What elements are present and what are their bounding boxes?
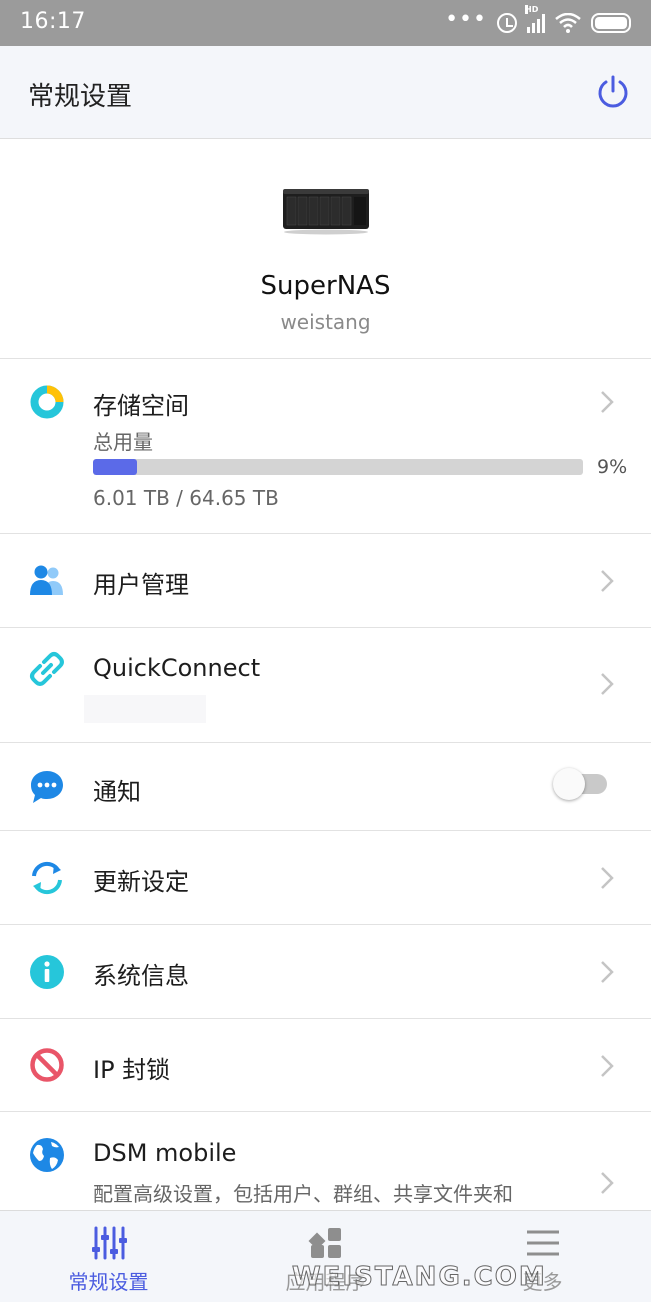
sliders-icon [91,1226,127,1260]
top-app-bar: 常规设置 [0,46,651,139]
page-title: 常规设置 [28,82,133,112]
chevron-right-icon [601,1172,614,1194]
ip-block-label: IP 封锁 [93,1056,171,1084]
system-info-label: 系统信息 [93,962,189,990]
quickconnect-id-redacted [84,695,206,723]
dsm-mobile-row[interactable]: DSM mobile 配置高级设置，包括用户、群组、共享文件夹和 [0,1112,651,1210]
notifications-row: 通知 [0,743,651,831]
info-icon [30,955,64,989]
storage-usage: 6.01 TB / 64.65 TB [93,486,279,510]
notifications-toggle[interactable] [553,768,607,800]
tab-general-settings-label: 常规设置 [68,1270,149,1294]
status-bar: 16:17 ••• HD [0,0,651,46]
apps-grid-icon [308,1228,341,1258]
chat-bubble-icon [31,771,63,803]
hd-label: HD [525,5,539,14]
more-notifications-icon: ••• [445,7,487,32]
chevron-right-icon [601,867,614,889]
storage-percent: 9% [597,456,628,478]
system-info-row[interactable]: 系统信息 [0,925,651,1019]
dsm-mobile-label: DSM mobile [93,1139,237,1167]
storage-row[interactable]: 存储空间 总用量 9% 6.01 TB / 64.65 TB [0,359,651,534]
toggle-knob [553,768,585,800]
tab-general-settings[interactable]: 常规设置 [0,1211,217,1302]
storage-sub-label: 总用量 [93,430,153,454]
power-icon[interactable] [595,74,631,110]
device-info: SuperNAS weistang [0,139,651,359]
status-icons: ••• HD [445,5,631,36]
update-settings-label: 更新设定 [93,868,189,896]
chevron-right-icon [601,1055,614,1077]
wifi-icon [555,13,581,33]
chevron-right-icon [601,673,614,695]
user-management-label: 用户管理 [93,571,189,599]
chevron-right-icon [601,961,614,983]
chevron-right-icon [601,570,614,592]
dsm-mobile-description: 配置高级设置，包括用户、群组、共享文件夹和 [93,1182,513,1206]
notifications-label: 通知 [93,778,141,806]
alarm-icon [497,13,517,33]
user-management-row[interactable]: 用户管理 [0,534,651,628]
refresh-icon [32,861,62,895]
storage-pie-icon [30,385,64,419]
block-icon [30,1048,64,1082]
quickconnect-label: QuickConnect [93,654,261,682]
device-user: weistang [280,310,371,334]
battery-icon [591,13,631,33]
chevron-right-icon [601,391,614,413]
update-settings-row[interactable]: 更新设定 [0,831,651,925]
ip-block-row[interactable]: IP 封锁 [0,1019,651,1112]
watermark-text: WEISTANG.COM [292,1262,547,1293]
quickconnect-row[interactable]: QuickConnect [0,628,651,743]
users-icon [30,565,63,595]
signal-icon: HD [525,5,545,33]
device-name: SuperNAS [260,271,391,301]
link-icon [30,652,64,686]
storage-progress-fill [93,459,138,475]
globe-icon [30,1138,64,1172]
storage-progress-bar [93,459,583,475]
nas-device-image [283,189,369,235]
storage-label: 存储空间 [93,392,189,420]
status-time: 16:17 [20,9,86,34]
menu-icon [526,1230,559,1256]
